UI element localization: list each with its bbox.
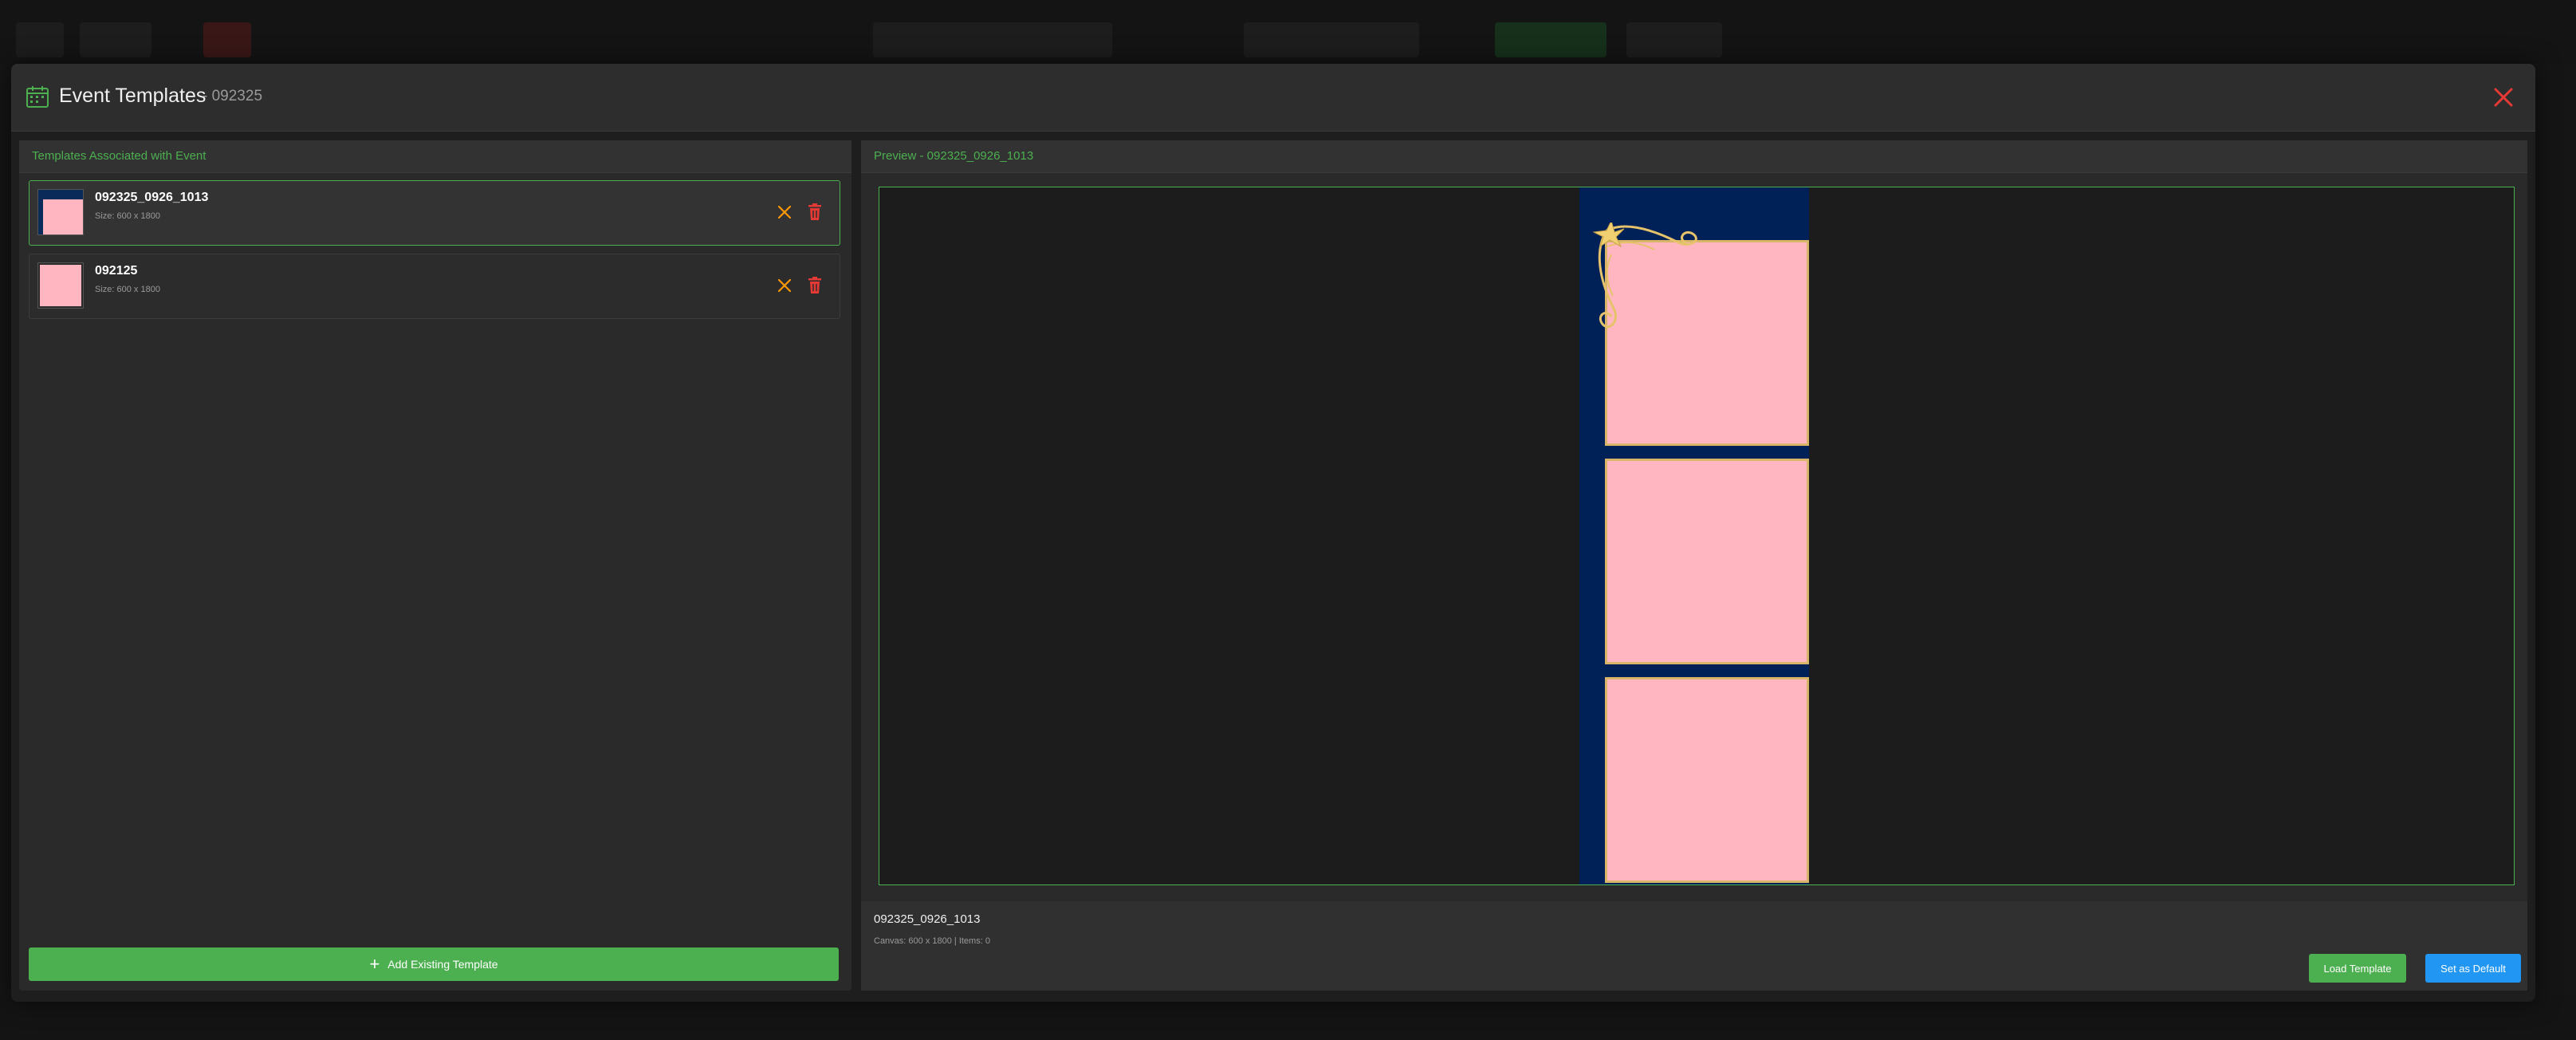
template-name: 092325_0926_1013 xyxy=(95,191,209,204)
photo-slot xyxy=(1605,677,1809,883)
load-template-button[interactable]: Load Template xyxy=(2309,954,2406,983)
template-size: Size: 600 x 1800 xyxy=(95,285,160,294)
calendar-icon xyxy=(26,86,49,108)
canvas-meta: Canvas: 600 x 1800 | Items: 0 xyxy=(874,936,990,946)
unlink-icon[interactable] xyxy=(776,203,793,221)
modal-header: Event Templates - 092325 xyxy=(11,64,2535,132)
template-preview-canvas xyxy=(879,187,2515,885)
template-thumbnail xyxy=(37,189,84,235)
background-block xyxy=(1495,22,1607,57)
close-icon[interactable] xyxy=(2492,86,2515,108)
background-block xyxy=(16,22,64,57)
preview-panel-title: Preview - 092325_0926_1013 xyxy=(874,149,1034,163)
background-block xyxy=(1626,22,1722,57)
event-templates-modal: Event Templates - 092325 Templates Assoc… xyxy=(11,64,2535,1002)
add-existing-template-label: Add Existing Template xyxy=(387,958,498,971)
template-thumbnail xyxy=(37,262,84,309)
plus-icon: + xyxy=(369,954,380,974)
template-item[interactable]: 092325_0926_1013 Size: 600 x 1800 xyxy=(29,180,840,246)
modal-subtitle: - 092325 xyxy=(203,88,263,104)
template-info: 092325_0926_1013 Canvas: 600 x 1800 | It… xyxy=(861,901,2527,991)
template-name: 092125 xyxy=(95,264,138,278)
preview-template-name: 092325_0926_1013 xyxy=(874,912,981,926)
modal-title: Event Templates xyxy=(59,85,206,107)
photo-slot xyxy=(1605,459,1809,664)
templates-panel: Templates Associated with Event 092325_0… xyxy=(19,140,851,991)
template-item[interactable]: 092125 Size: 600 x 1800 xyxy=(29,254,840,319)
templates-panel-header: Templates Associated with Event xyxy=(19,140,851,173)
trash-icon[interactable] xyxy=(806,276,824,295)
template-size: Size: 600 x 1800 xyxy=(95,211,160,221)
flourish-ornament xyxy=(1592,223,1697,329)
background-block xyxy=(203,22,251,57)
background-footer xyxy=(0,997,2576,1040)
preview-panel-header: Preview - 092325_0926_1013 xyxy=(861,140,2527,173)
background-block xyxy=(1244,22,1419,57)
preview-panel: Preview - 092325_0926_1013 092325_0926_1… xyxy=(861,140,2527,991)
background-toolbar xyxy=(0,0,2576,64)
add-existing-template-button[interactable]: + Add Existing Template xyxy=(29,947,839,981)
background-block xyxy=(873,22,1112,57)
unlink-icon[interactable] xyxy=(776,277,793,294)
background-block xyxy=(80,22,151,57)
set-as-default-button[interactable]: Set as Default xyxy=(2425,954,2521,983)
trash-icon[interactable] xyxy=(806,203,824,222)
templates-panel-title: Templates Associated with Event xyxy=(32,149,206,163)
photo-strip xyxy=(1579,187,1809,884)
